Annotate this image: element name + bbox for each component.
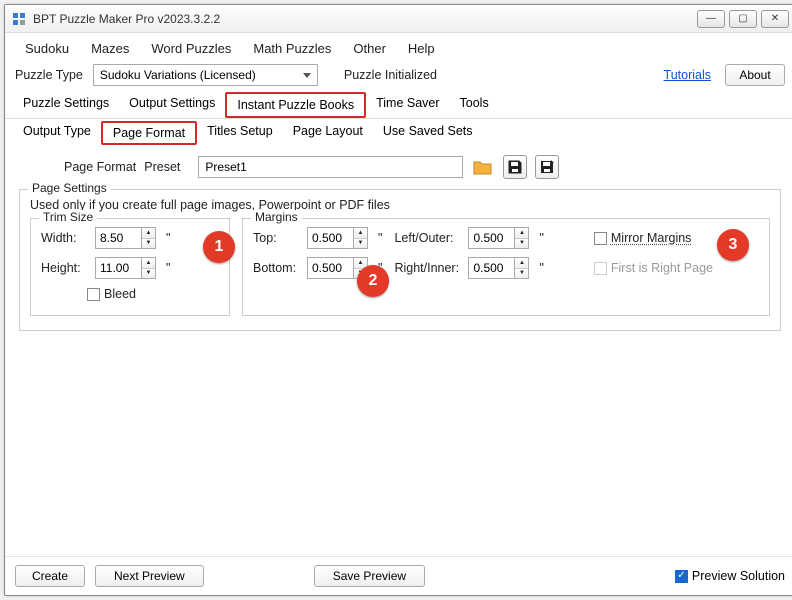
close-button[interactable]: ✕ [761,10,789,28]
right-label: Right/Inner: [394,261,460,275]
margins-group: Margins Top: ▲▼ " Left/Outer: [242,218,770,316]
bleed-chkbox-box [87,288,100,301]
width-label: Width: [41,231,87,245]
height-unit: " [166,261,170,275]
mirror-margins-label: Mirror Margins [611,231,692,245]
menu-help[interactable]: Help [398,39,445,58]
tab-output-settings[interactable]: Output Settings [119,92,225,118]
status-label: Puzzle Initialized [344,68,437,82]
content-area: Page Format Preset Page Settings Used on… [5,151,792,556]
window-title: BPT Puzzle Maker Pro v2023.3.2.2 [33,12,697,26]
puzzle-type-row: Puzzle Type Sudoku Variations (Licensed)… [5,62,792,92]
preset-label-1: Page Format [64,160,136,174]
tutorials-link[interactable]: Tutorials [660,66,715,84]
subtab-page-layout[interactable]: Page Layout [283,121,373,145]
width-unit: " [166,231,170,245]
next-preview-button[interactable]: Next Preview [95,565,204,587]
preview-solution-checkbox[interactable]: Preview Solution [675,569,785,583]
save-preset-button[interactable] [503,155,527,179]
bleed-label: Bleed [104,287,136,301]
bottom-label: Bottom: [253,261,299,275]
subtab-titles-setup[interactable]: Titles Setup [197,121,283,145]
top-spinner[interactable]: ▲▼ [307,227,368,249]
width-input[interactable] [95,227,141,249]
minimize-button[interactable]: — [697,10,725,28]
menu-sudoku[interactable]: Sudoku [15,39,79,58]
left-input[interactable] [468,227,514,249]
mirror-margins-box [594,232,607,245]
height-label: Height: [41,261,87,275]
page-settings-group: Page Settings Used only if you create fu… [19,189,781,331]
width-up[interactable]: ▲ [142,228,155,239]
create-button[interactable]: Create [15,565,85,587]
annotation-badge-3: 3 [717,229,749,261]
trim-size-group: Trim Size Width: ▲▼ " Height: [30,218,230,316]
mirror-margins-checkbox[interactable]: Mirror Margins [594,231,692,245]
right-input[interactable] [468,257,514,279]
bleed-checkbox[interactable]: Bleed [87,287,219,301]
first-right-page-checkbox: First is Right Page [594,261,713,275]
height-input[interactable] [95,257,141,279]
tabs-row-2: Output Type Page Format Titles Setup Pag… [5,119,792,151]
left-spinner[interactable]: ▲▼ [468,227,529,249]
tab-instant-puzzle-books[interactable]: Instant Puzzle Books [225,92,366,118]
annotation-badge-1: 1 [203,231,235,263]
bottom-input[interactable] [307,257,353,279]
trim-size-legend: Trim Size [39,210,97,224]
top-input[interactable] [307,227,353,249]
tab-tools[interactable]: Tools [450,92,499,118]
right-spinner[interactable]: ▲▼ [468,257,529,279]
tab-time-saver[interactable]: Time Saver [366,92,449,118]
app-icon [11,11,27,27]
menu-mazes[interactable]: Mazes [81,39,139,58]
footer-bar: Create Next Preview Save Preview Preview… [5,556,792,595]
height-up[interactable]: ▲ [142,258,155,269]
subtab-output-type[interactable]: Output Type [13,121,101,145]
page-settings-note: Used only if you create full page images… [30,198,770,212]
save-as-preset-button[interactable] [535,155,559,179]
first-right-page-box [594,262,607,275]
puzzle-type-select[interactable]: Sudoku Variations (Licensed) [93,64,318,86]
width-spinner[interactable]: ▲▼ [95,227,156,249]
left-label: Left/Outer: [394,231,460,245]
annotation-badge-2: 2 [357,265,389,297]
preview-solution-box [675,570,688,583]
main-window: BPT Puzzle Maker Pro v2023.3.2.2 — ▢ ✕ S… [4,4,792,596]
menu-word-puzzles[interactable]: Word Puzzles [141,39,241,58]
tab-puzzle-settings[interactable]: Puzzle Settings [13,92,119,118]
about-button[interactable]: About [725,64,785,86]
window-controls: — ▢ ✕ [697,10,789,28]
preview-solution-label: Preview Solution [692,569,785,583]
puzzle-type-value: Sudoku Variations (Licensed) [100,68,256,82]
height-spinner[interactable]: ▲▼ [95,257,156,279]
save-preview-button[interactable]: Save Preview [314,565,425,587]
first-right-page-label: First is Right Page [611,261,713,275]
save-as-icon [539,159,555,175]
subtab-use-saved-sets[interactable]: Use Saved Sets [373,121,483,145]
title-bar: BPT Puzzle Maker Pro v2023.3.2.2 — ▢ ✕ [5,5,792,33]
page-settings-legend: Page Settings [28,181,111,195]
preset-row: Page Format Preset [64,155,781,179]
top-label: Top: [253,231,299,245]
menubar: Sudoku Mazes Word Puzzles Math Puzzles O… [5,33,792,62]
tabs-row-1: Puzzle Settings Output Settings Instant … [5,92,792,119]
open-preset-button[interactable] [471,155,495,179]
preset-input[interactable] [198,156,463,178]
preset-label-2: Preset [144,160,180,174]
menu-math-puzzles[interactable]: Math Puzzles [243,39,341,58]
height-down[interactable]: ▼ [142,269,155,279]
menu-other[interactable]: Other [343,39,396,58]
subtab-page-format[interactable]: Page Format [101,121,197,145]
maximize-button[interactable]: ▢ [729,10,757,28]
puzzle-type-label: Puzzle Type [15,68,83,82]
save-icon [507,159,523,175]
folder-open-icon [472,157,494,177]
width-down[interactable]: ▼ [142,239,155,249]
margins-legend: Margins [251,210,302,224]
